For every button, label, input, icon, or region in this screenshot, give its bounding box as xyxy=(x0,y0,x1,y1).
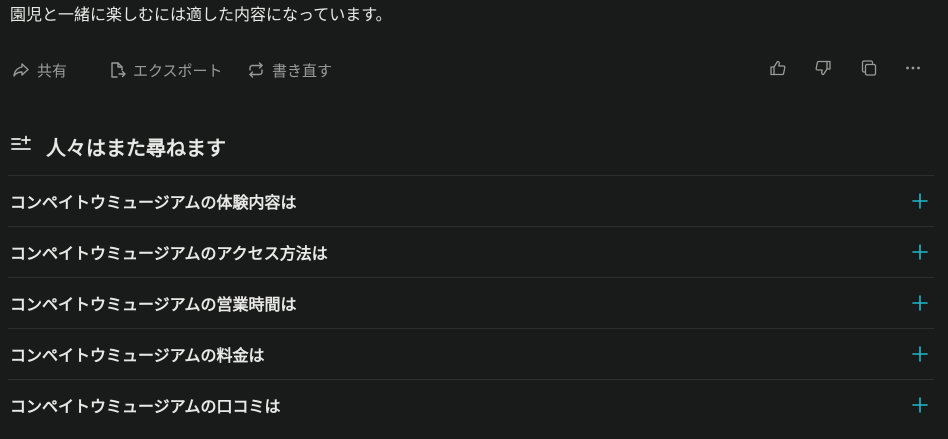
related-question-item[interactable]: コンペイトウミュージアムの料金は xyxy=(8,328,934,379)
rewrite-button[interactable]: 書き直す xyxy=(247,56,332,84)
related-question-label: コンペイトウミュージアムの料金は xyxy=(10,346,265,365)
related-questions-header: 人々はまた尋ねます xyxy=(10,130,226,162)
more-icon xyxy=(904,59,922,81)
plus-icon[interactable] xyxy=(910,395,930,415)
share-label: 共有 xyxy=(37,61,68,80)
plus-icon[interactable] xyxy=(910,242,930,262)
related-list-icon xyxy=(10,135,32,157)
answer-text: 園児と一緒に楽しむには適した内容になっています。 xyxy=(10,5,392,24)
thumbs-up-icon xyxy=(769,59,787,81)
rewrite-label: 書き直す xyxy=(272,61,333,80)
copy-icon xyxy=(860,59,878,81)
plus-icon[interactable] xyxy=(910,344,930,364)
related-question-label: コンペイトウミュージアムの営業時間は xyxy=(10,295,297,314)
thumbs-up-button[interactable] xyxy=(766,58,790,82)
related-question-item[interactable]: コンペイトウミュージアムのアクセス方法は xyxy=(8,226,934,277)
thumbs-down-button[interactable] xyxy=(811,58,835,82)
page: 園児と一緒に楽しむには適した内容になっています。 共有 エクスポート 書き直す … xyxy=(0,0,948,439)
related-question-item[interactable]: コンペイトウミュージアムの営業時間は xyxy=(8,277,934,328)
plus-icon[interactable] xyxy=(910,293,930,313)
plus-icon[interactable] xyxy=(910,191,930,211)
related-question-item[interactable]: コンペイトウミュージアムの体験内容は xyxy=(8,175,934,226)
more-options-button[interactable] xyxy=(901,58,925,82)
export-label: エクスポート xyxy=(133,61,223,80)
share-icon xyxy=(12,61,30,79)
answer-action-bar: 共有 エクスポート 書き直す xyxy=(0,56,948,84)
related-questions-list: コンペイトウミュージアムの体験内容は コンペイトウミュージアムのアクセス方法は … xyxy=(8,175,934,430)
related-question-label: コンペイトウミュージアムの体験内容は xyxy=(10,193,297,212)
related-question-label: コンペイトウミュージアムの口コミは xyxy=(10,397,281,416)
related-questions-title: 人々はまた尋ねます xyxy=(46,135,226,160)
copy-button[interactable] xyxy=(857,58,881,82)
thumbs-down-icon xyxy=(814,59,832,81)
rewrite-icon xyxy=(247,61,265,79)
related-question-label: コンペイトウミュージアムのアクセス方法は xyxy=(10,244,328,263)
related-question-item[interactable]: コンペイトウミュージアムの口コミは xyxy=(8,379,934,430)
share-button[interactable]: 共有 xyxy=(12,56,67,84)
export-icon xyxy=(108,61,126,79)
export-button[interactable]: エクスポート xyxy=(108,56,223,84)
